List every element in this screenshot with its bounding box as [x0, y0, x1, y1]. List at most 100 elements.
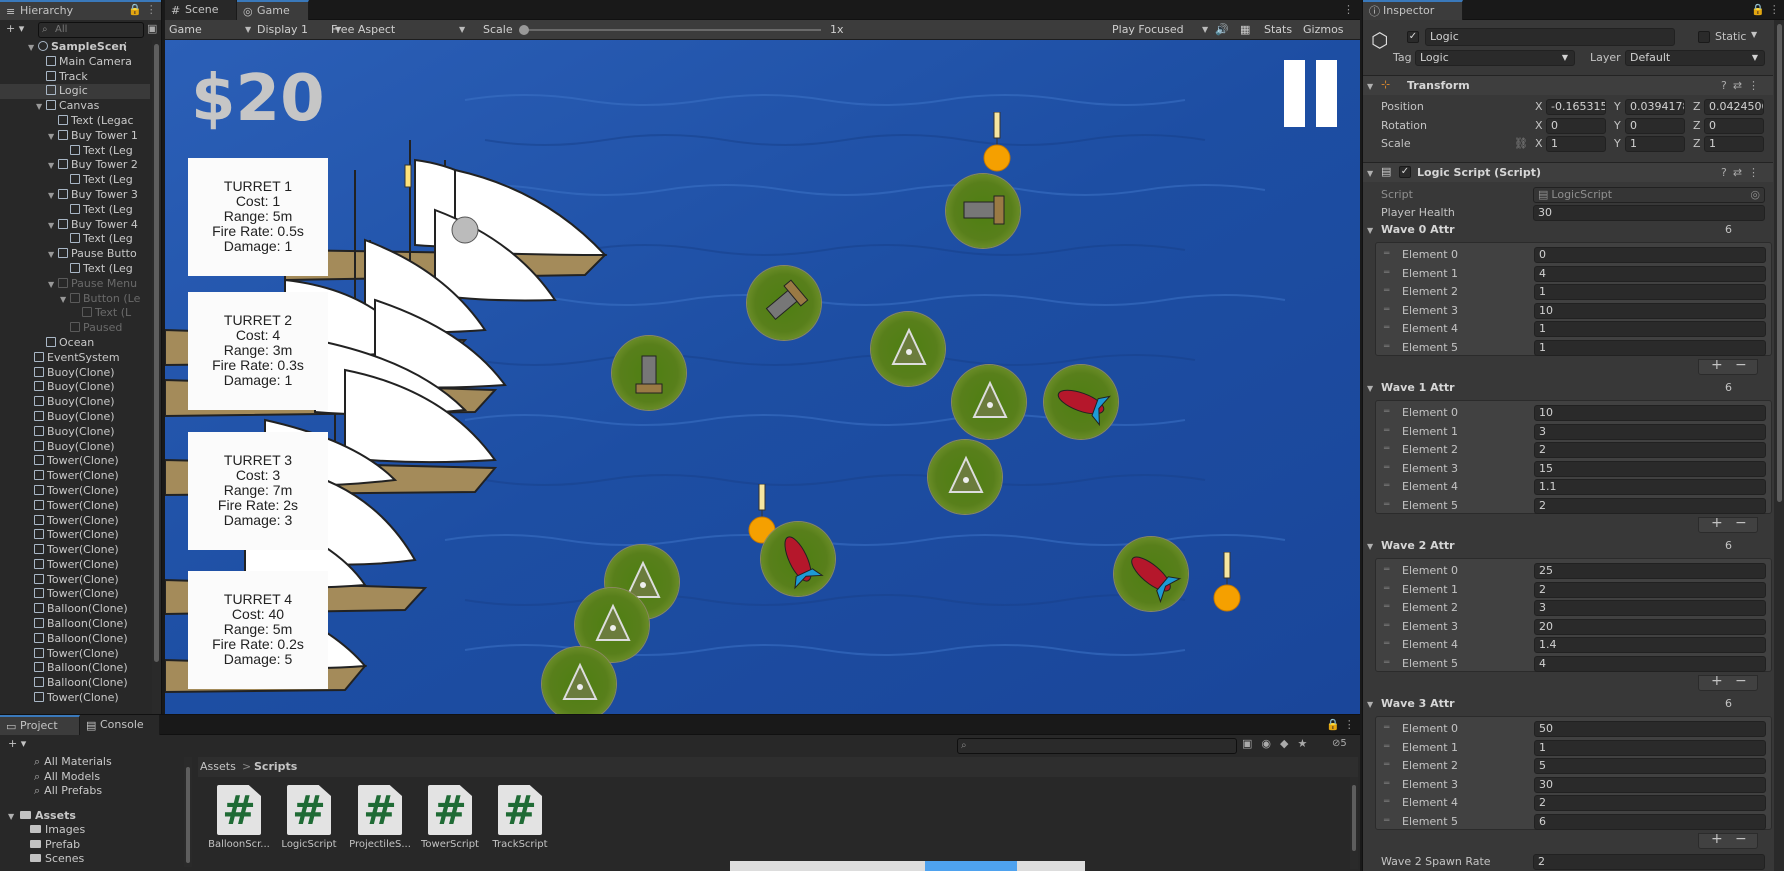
hierarchy-item[interactable]: Text (L [0, 306, 150, 321]
project-lock-icon[interactable]: 🔒⋮ [1326, 718, 1359, 731]
drag-handle-icon[interactable]: ═ [1384, 407, 1389, 417]
assets-folder[interactable]: ▼ Assets [8, 809, 76, 823]
wave-2-element-3-field[interactable]: 20 [1534, 618, 1766, 635]
drag-handle-icon[interactable]: ═ [1384, 621, 1389, 631]
tower-cannon[interactable] [946, 174, 1020, 248]
hierarchy-search-input[interactable]: ⌕ All [38, 22, 144, 38]
hierarchy-item[interactable]: Ocean [0, 336, 150, 351]
wave-1-element-0-field[interactable]: 10 [1534, 405, 1766, 421]
hierarchy-item[interactable]: Buoy(Clone) [0, 366, 150, 381]
stop-sharing-button[interactable] [925, 861, 1017, 871]
add-icon[interactable]: + ▾ [6, 22, 24, 35]
wave-3-element-1-field[interactable]: 1 [1534, 739, 1766, 756]
script-asset[interactable]: # TowerScript [415, 785, 485, 850]
hierarchy-item[interactable]: Paused [0, 321, 150, 336]
drag-handle-icon[interactable]: ═ [1384, 584, 1389, 594]
rotation-z-field[interactable]: 0 [1704, 118, 1764, 134]
wave-0-element-5-field[interactable]: 1 [1534, 339, 1766, 356]
script-asset[interactable]: # LogicScript [274, 785, 344, 850]
remove-element-button[interactable]: − [1735, 515, 1747, 531]
wave-2-element-2-field[interactable]: 3 [1534, 600, 1766, 616]
hierarchy-item[interactable]: Main Camera [0, 55, 150, 70]
chevron-down-icon[interactable]: ▼ [1751, 30, 1757, 39]
hierarchy-item[interactable]: ▼ Pause Menu [0, 277, 150, 292]
position-z-field[interactable]: 0.0424506 [1704, 99, 1764, 115]
link-icon[interactable]: ⛓ [1514, 137, 1528, 150]
chevron-down-icon[interactable]: ▼ [48, 278, 58, 292]
hierarchy-scrollbar[interactable] [152, 40, 161, 714]
folder-item[interactable]: Images [30, 823, 85, 837]
buy-turret-3-button[interactable]: TURRET 3 Cost: 3 Range: 7m Fire Rate: 2s… [188, 432, 328, 550]
hierarchy-item[interactable]: ▼ Buy Tower 4 [0, 218, 150, 233]
chevron-down-icon[interactable]: ▼ [48, 189, 58, 203]
hierarchy-item[interactable]: Tower(Clone) [0, 484, 150, 499]
game-scene[interactable]: $20 TURRET 1 Cost: 1 Range: 5m Fire Rate… [165, 40, 1360, 714]
hierarchy-item[interactable]: ▼ Buy Tower 2 [0, 158, 150, 173]
scale-z-field[interactable]: 1 [1704, 136, 1764, 152]
drag-handle-icon[interactable]: ═ [1384, 723, 1389, 733]
remove-element-button[interactable]: − [1735, 673, 1747, 689]
chevron-down-icon[interactable]: ▼ [48, 159, 58, 173]
position-y-field[interactable]: 0.0394178 [1625, 99, 1685, 115]
wave-1-element-3-field[interactable]: 15 [1534, 460, 1766, 477]
project-filter-icons[interactable]: ▣◉◆★ [1242, 737, 1316, 750]
drag-handle-icon[interactable]: ═ [1384, 481, 1389, 491]
inspector-scrollbar[interactable] [1774, 20, 1784, 871]
breadcrumb-assets[interactable]: Assets [200, 760, 236, 773]
hierarchy-item[interactable]: ▼ Button (Le [0, 292, 150, 307]
remove-element-button[interactable]: − [1735, 357, 1747, 373]
tower-rocket[interactable] [761, 522, 835, 596]
drag-handle-icon[interactable]: ═ [1384, 639, 1389, 649]
drag-handle-icon[interactable]: ═ [1384, 602, 1389, 612]
drag-handle-icon[interactable]: ═ [1384, 797, 1389, 807]
tab-console[interactable]: ▤ Console [80, 715, 160, 735]
project-assets-scrollbar[interactable] [1350, 777, 1358, 869]
wave-2-attr-header[interactable]: ▼ Wave 2 Attr 6 [1363, 538, 1773, 556]
game-mode-dropdown[interactable]: Game ▼ [169, 22, 251, 38]
drag-handle-icon[interactable]: ═ [1384, 286, 1389, 296]
wave-2-element-1-field[interactable]: 2 [1534, 581, 1766, 598]
wave-3-element-2-field[interactable]: 5 [1534, 758, 1766, 774]
hierarchy-item[interactable]: Balloon(Clone) [0, 676, 150, 691]
hierarchy-item[interactable]: Text (Leg [0, 173, 150, 188]
script-asset[interactable]: # TrackScript [485, 785, 555, 850]
wave-3-element-4-field[interactable]: 2 [1534, 795, 1766, 811]
drag-handle-icon[interactable]: ═ [1384, 323, 1389, 333]
hierarchy-item[interactable]: Text (Legac [0, 114, 150, 129]
drag-handle-icon[interactable]: ═ [1384, 658, 1389, 668]
wave-3-attr-header[interactable]: ▼ Wave 3 Attr 6 [1363, 696, 1773, 714]
scale-y-field[interactable]: 1 [1625, 136, 1685, 152]
add-element-button[interactable]: + [1711, 357, 1723, 373]
chevron-down-icon[interactable]: ▼ [60, 293, 70, 307]
chevron-down-icon[interactable]: ▼ [48, 130, 58, 144]
aspect-dropdown[interactable]: Free Aspect ▼ [331, 22, 465, 38]
add-element-button[interactable]: + [1711, 673, 1723, 689]
hierarchy-item[interactable]: Text (Leg [0, 232, 150, 247]
component-menu-icon[interactable]: ?⇄⋮ [1721, 166, 1765, 179]
scale-slider[interactable] [519, 25, 821, 35]
inspector-lock-icon[interactable]: 🔒⋮ [1751, 3, 1784, 16]
create-asset-icon[interactable]: + ▾ [8, 737, 26, 750]
drag-handle-icon[interactable]: ═ [1384, 816, 1389, 826]
tower-rocket[interactable] [1114, 537, 1188, 611]
wave-attr-size[interactable]: 6 [1725, 381, 1732, 394]
hierarchy-item[interactable]: Tower(Clone) [0, 587, 150, 602]
hierarchy-item[interactable]: Tower(Clone) [0, 499, 150, 514]
tab-scene[interactable]: # Scene [165, 0, 237, 20]
transform-header[interactable]: ▼ ⊹ Transform ?⇄⋮ [1363, 75, 1773, 95]
rotation-y-field[interactable]: 0 [1625, 118, 1685, 134]
hierarchy-item[interactable]: Tower(Clone) [0, 647, 150, 662]
remove-element-button[interactable]: − [1735, 831, 1747, 847]
add-element-button[interactable]: + [1711, 515, 1723, 531]
mute-audio-icon[interactable]: 🔊 [1215, 22, 1229, 38]
buy-turret-2-button[interactable]: TURRET 2 Cost: 4 Range: 3m Fire Rate: 0.… [188, 292, 328, 410]
inspector-scroll-thumb[interactable] [1777, 24, 1782, 502]
wave-3-element-0-field[interactable]: 50 [1534, 721, 1766, 737]
pause-button[interactable] [1284, 60, 1337, 127]
chevron-down-icon[interactable]: ▼ [28, 41, 38, 55]
wave-1-element-5-field[interactable]: 2 [1534, 497, 1766, 514]
drag-handle-icon[interactable]: ═ [1384, 760, 1389, 770]
script-asset[interactable]: # ProjectileS... [345, 785, 415, 850]
play-focused-dropdown[interactable]: Play Focused ▼ [1112, 22, 1208, 38]
hierarchy-item[interactable]: Tower(Clone) [0, 691, 150, 706]
